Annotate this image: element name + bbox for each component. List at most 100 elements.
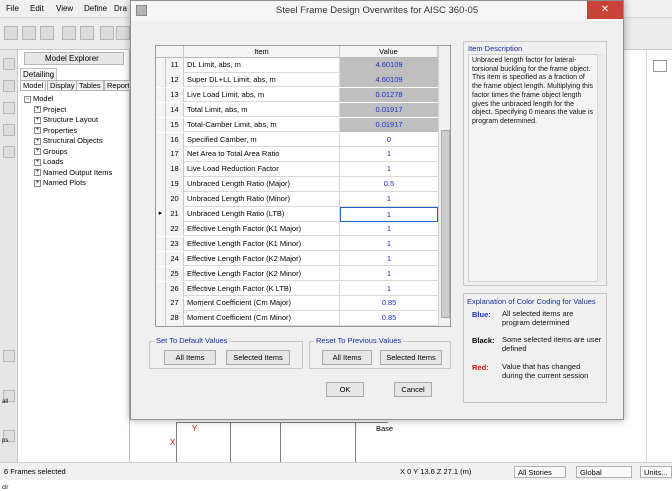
- row-value[interactable]: 4.60109: [340, 58, 438, 73]
- table-row[interactable]: ▸ 21 Unbraced Length Ratio (LTB) 1: [156, 207, 438, 222]
- table-row[interactable]: 13 Live Load Limit, abs, m 0.01278: [156, 87, 438, 103]
- row-value[interactable]: 1: [340, 147, 438, 162]
- row-value[interactable]: 0.85: [340, 311, 438, 326]
- tree-item[interactable]: + Properties: [34, 126, 77, 135]
- grid-scrollbar[interactable]: [438, 46, 450, 326]
- collapse-icon[interactable]: −: [24, 95, 31, 103]
- lock-icon[interactable]: [116, 26, 130, 40]
- tree-item[interactable]: + Loads: [34, 157, 63, 166]
- row-value[interactable]: 0.01278: [340, 87, 438, 103]
- table-row[interactable]: 25 Effective Length Factor (K2 Minor) 1: [156, 266, 438, 282]
- tab-model[interactable]: Model: [20, 80, 47, 91]
- row-selector[interactable]: [156, 251, 166, 267]
- row-value[interactable]: 0.01917: [340, 102, 438, 118]
- row-value[interactable]: 4.60109: [340, 72, 438, 88]
- reset-selected-items-button[interactable]: Selected Items: [380, 350, 442, 365]
- new-model-icon[interactable]: [4, 26, 18, 40]
- draw-area-icon[interactable]: [3, 146, 15, 158]
- tree-item[interactable]: + Named Plots: [34, 178, 86, 187]
- save-icon[interactable]: [40, 26, 54, 40]
- row-selector[interactable]: [156, 87, 166, 103]
- menu-view[interactable]: View: [56, 4, 73, 13]
- tab-display[interactable]: Display: [47, 80, 78, 91]
- item-description-scrollbar[interactable]: [597, 54, 605, 282]
- row-selector[interactable]: [156, 311, 166, 326]
- reset-all-items-button[interactable]: All Items: [322, 350, 372, 365]
- table-row[interactable]: 17 Net Area to Total Area Ratio 1: [156, 147, 438, 162]
- select-all-icon[interactable]: [3, 350, 15, 362]
- tree-item[interactable]: + Project: [34, 105, 66, 114]
- menu-define[interactable]: Define: [84, 4, 107, 13]
- row-selector[interactable]: [156, 236, 166, 252]
- pointer-icon[interactable]: [3, 58, 15, 70]
- table-row[interactable]: 24 Effective Length Factor (K2 Major) 1: [156, 251, 438, 267]
- default-selected-items-button[interactable]: Selected Items: [226, 350, 290, 365]
- table-row[interactable]: 23 Effective Length Factor (K1 Minor) 1: [156, 236, 438, 252]
- table-row[interactable]: 19 Unbraced Length Ratio (Major) 0.5: [156, 177, 438, 192]
- row-selector[interactable]: [156, 58, 166, 73]
- table-row[interactable]: 20 Unbraced Length Ratio (Minor) 1: [156, 192, 438, 207]
- row-selector[interactable]: [156, 102, 166, 118]
- redo-icon[interactable]: [80, 26, 94, 40]
- row-value[interactable]: 1: [340, 267, 438, 282]
- row-selector[interactable]: [156, 266, 166, 282]
- row-selector[interactable]: [156, 296, 166, 311]
- row-selector[interactable]: [156, 117, 166, 133]
- row-selector[interactable]: [156, 177, 166, 192]
- row-selector[interactable]: [156, 281, 166, 296]
- expand-icon[interactable]: +: [34, 127, 41, 135]
- table-row[interactable]: 22 Effective Length Factor (K1 Major) 1: [156, 221, 438, 237]
- open-icon[interactable]: [22, 26, 36, 40]
- table-row[interactable]: 15 Total-Camber Limit, abs, m 0.01917: [156, 117, 438, 133]
- expand-icon[interactable]: +: [34, 179, 41, 187]
- row-selector[interactable]: [156, 147, 166, 162]
- row-value[interactable]: 1: [340, 237, 438, 252]
- units-button[interactable]: Units...: [640, 466, 672, 478]
- expand-icon[interactable]: +: [34, 148, 41, 156]
- menu-edit[interactable]: Edit: [30, 4, 44, 13]
- ok-button[interactable]: OK: [326, 382, 364, 397]
- row-selector[interactable]: [156, 72, 166, 88]
- row-value[interactable]: 0: [340, 133, 438, 148]
- draw-frame-icon[interactable]: [3, 102, 15, 114]
- tree-item[interactable]: + Groups: [34, 147, 68, 156]
- row-value[interactable]: 1: [340, 252, 438, 267]
- tab-reports[interactable]: Report: [104, 80, 133, 91]
- pencil-icon[interactable]: [100, 26, 114, 40]
- table-row[interactable]: 16 Specified Camber, m0: [156, 132, 438, 148]
- tree-item[interactable]: − Model: [24, 94, 53, 103]
- table-row[interactable]: 18 Live Load Reduction Factor 1: [156, 162, 438, 177]
- overwrites-grid[interactable]: Item Value 11 DL Limit, abs, m 4.60109 12 Su…: [155, 45, 451, 327]
- row-value[interactable]: 0.01917: [340, 117, 438, 133]
- expand-icon[interactable]: +: [34, 137, 41, 145]
- grid-scrollbar-thumb[interactable]: [441, 130, 450, 318]
- row-selector[interactable]: [156, 162, 166, 177]
- table-row[interactable]: 28 Moment Coefficient (Cm Minor) 0.85: [156, 311, 438, 326]
- draw-brace-icon[interactable]: [3, 124, 15, 136]
- dialog-titlebar[interactable]: Steel Frame Design Overwrites for AISC 3…: [131, 1, 623, 21]
- coord-system-dropdown[interactable]: Global: [576, 466, 632, 478]
- menu-file[interactable]: File: [6, 4, 19, 13]
- row-selector[interactable]: [156, 192, 166, 207]
- cancel-button[interactable]: Cancel: [394, 382, 432, 397]
- expand-icon[interactable]: [653, 60, 667, 72]
- row-value[interactable]: 1: [340, 192, 438, 207]
- row-value[interactable]: 1: [340, 162, 438, 177]
- row-selector[interactable]: [156, 132, 166, 147]
- row-value[interactable]: 1: [340, 282, 438, 297]
- row-value[interactable]: 0.85: [340, 296, 438, 311]
- row-selector-arrow-icon[interactable]: ▸: [156, 207, 166, 222]
- table-row[interactable]: 26 Effective Length Factor (K LTB) 1: [156, 281, 438, 297]
- tree-item[interactable]: + Structural Objects: [34, 136, 103, 145]
- default-all-items-button[interactable]: All Items: [164, 350, 216, 365]
- tree-item[interactable]: + Structure Layout: [34, 115, 98, 124]
- expand-icon[interactable]: +: [34, 106, 41, 114]
- model-explorer-tab[interactable]: Model Explorer: [24, 52, 124, 65]
- row-value[interactable]: 0.5: [340, 177, 438, 192]
- menu-draw[interactable]: Dra: [114, 4, 127, 13]
- row-selector[interactable]: [156, 221, 166, 237]
- expand-icon[interactable]: +: [34, 158, 41, 166]
- table-row[interactable]: 12 Super DL+LL Limit, abs, m 4.60109: [156, 72, 438, 88]
- tree-item[interactable]: + Named Output Items: [34, 168, 112, 177]
- draw-line-icon[interactable]: [3, 80, 15, 92]
